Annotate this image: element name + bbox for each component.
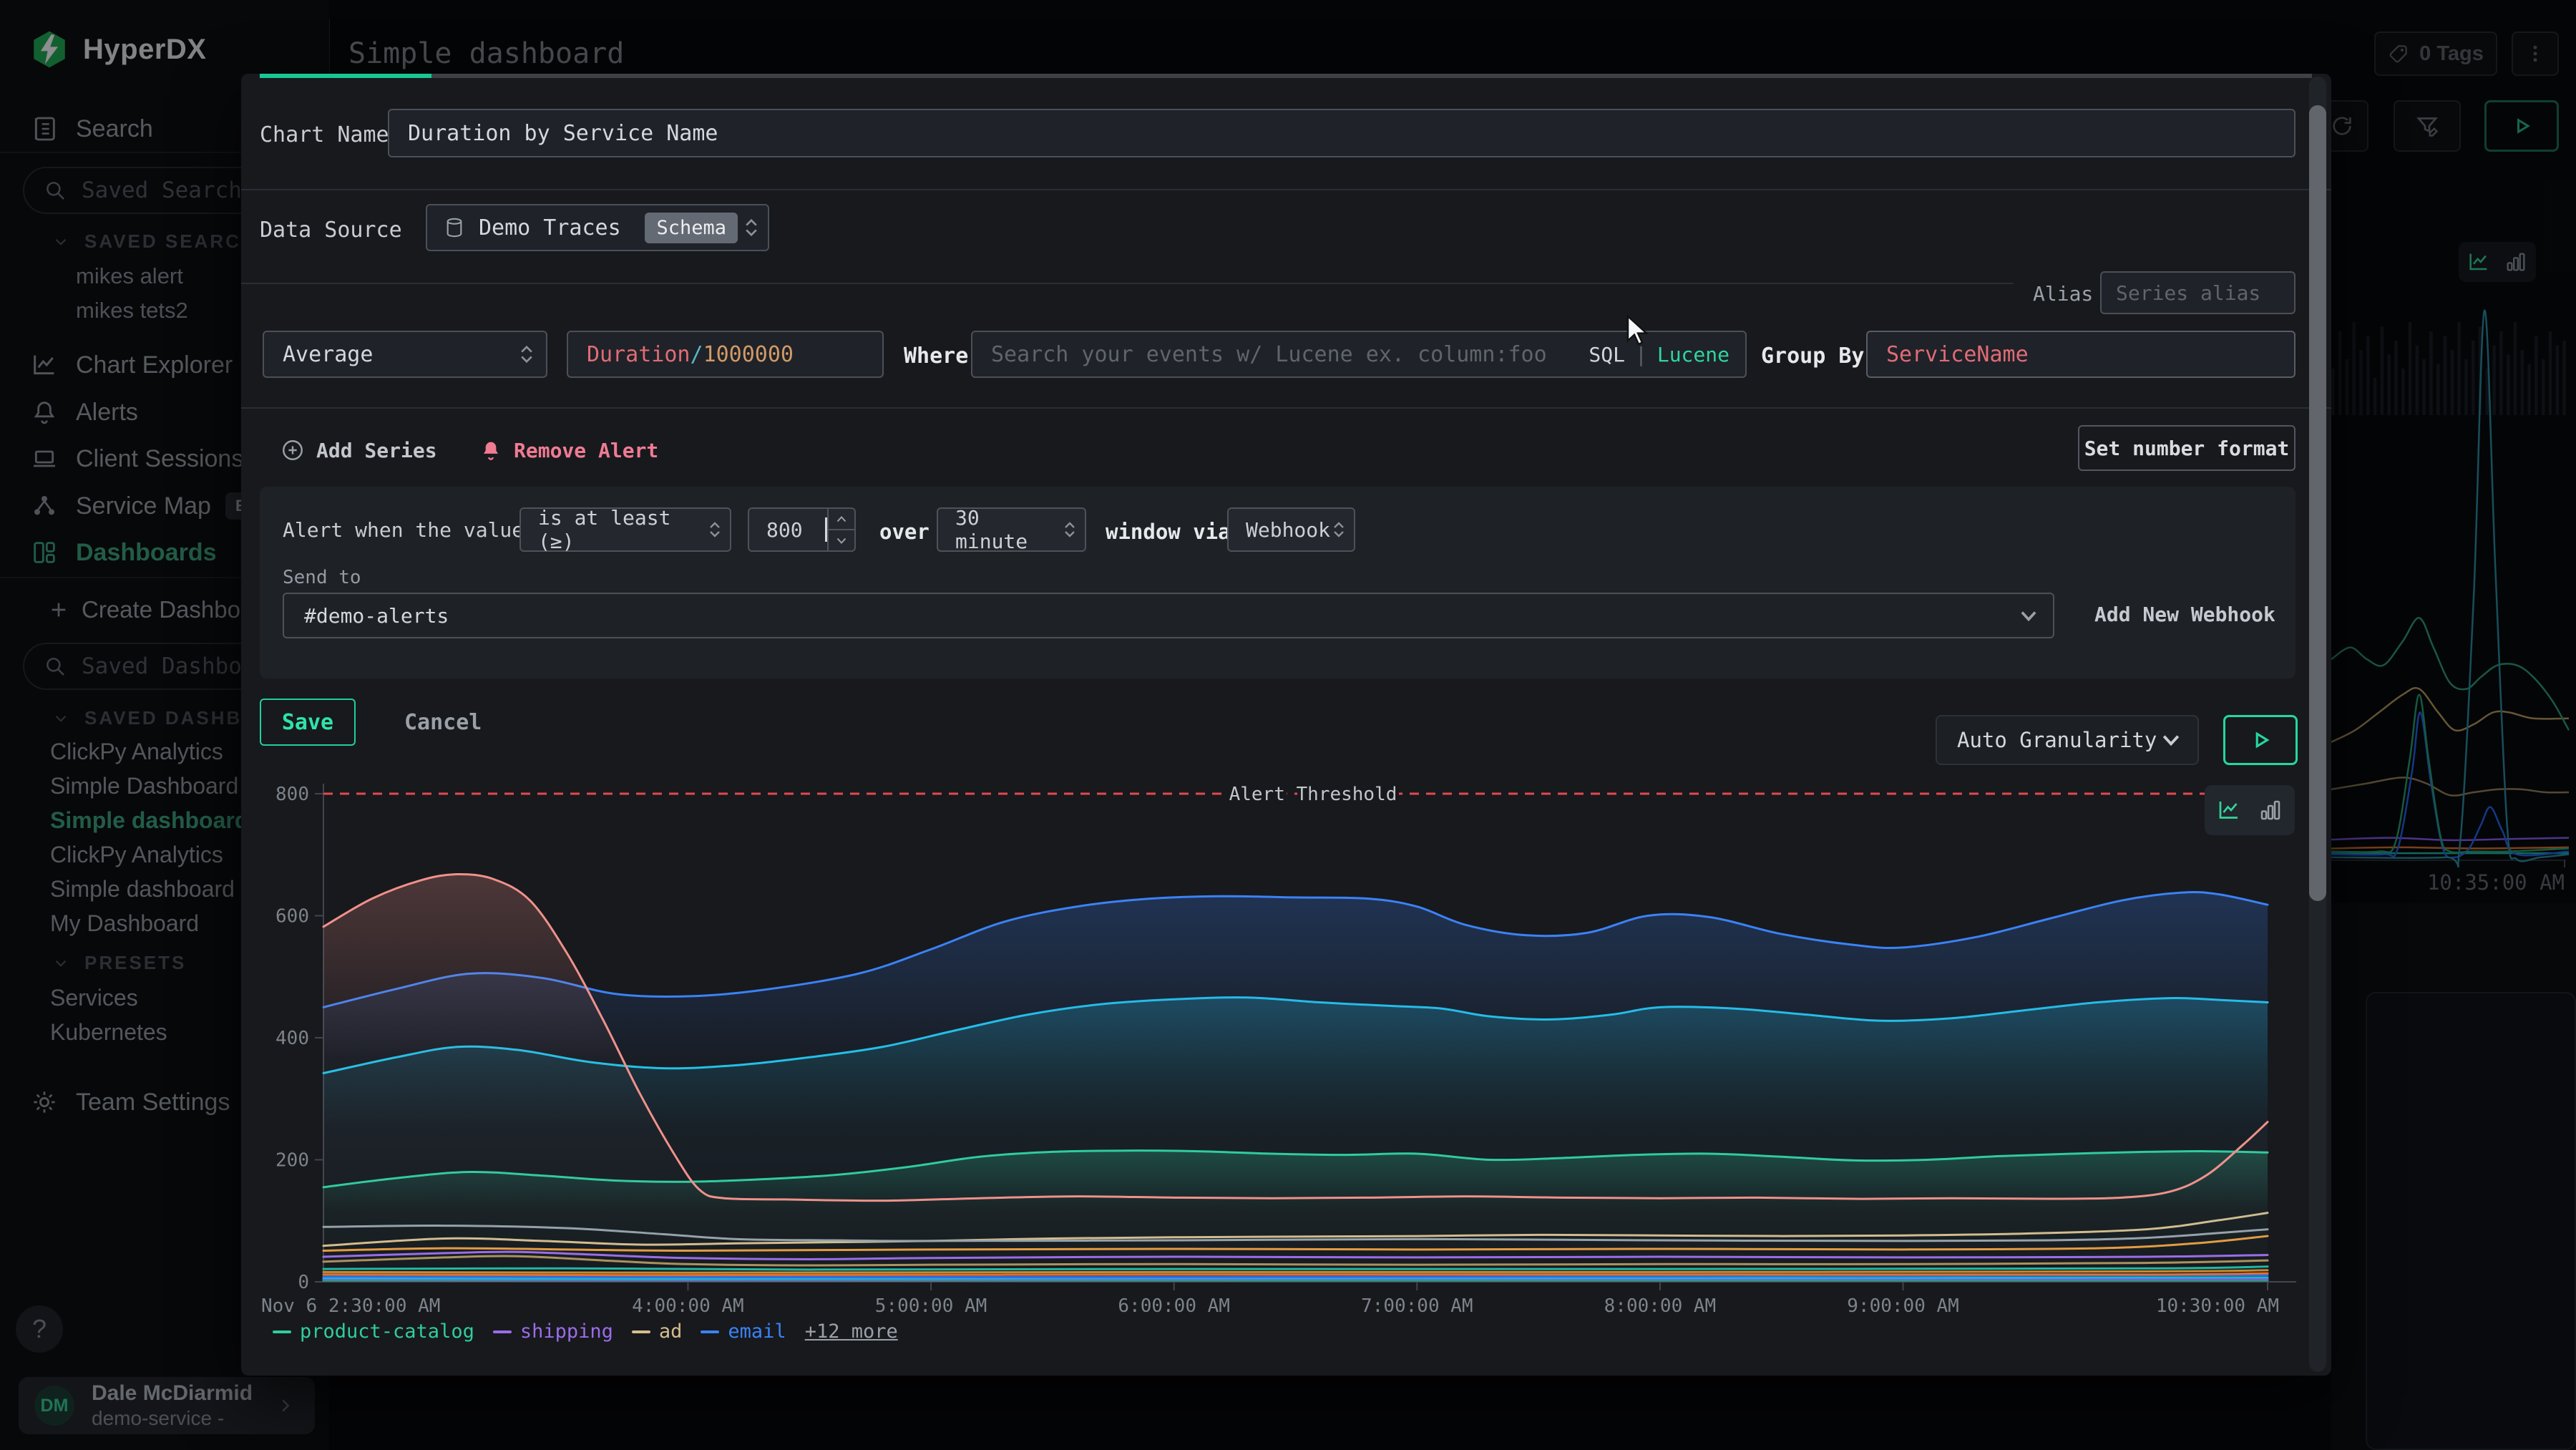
modal-divider [241,283,2014,284]
legend-swatch [273,1330,291,1333]
data-source-value: Demo Traces [479,215,645,240]
legend-more-link[interactable]: +12 more [805,1320,898,1343]
alert-threshold-input[interactable]: 800 [748,507,856,552]
data-source-label: Data Source [260,218,402,243]
modal-divider [241,189,2331,190]
chart-type-toggle[interactable] [2205,785,2295,835]
aggregation-select[interactable]: Average [263,331,547,378]
group-by-input[interactable]: ServiceName [1866,331,2296,378]
svg-text:Nov 6 2:30:00 AM: Nov 6 2:30:00 AM [261,1295,440,1317]
legend-swatch [632,1330,650,1333]
field-expression-input[interactable]: Duration/1000000 [567,331,884,378]
alert-over-label: over [879,520,930,544]
svg-text:9:00:00 AM: 9:00:00 AM [1847,1295,1959,1317]
modal-divider [241,407,2331,409]
alert-window-select[interactable]: 30 minute [937,507,1086,552]
select-updown-icon [708,517,721,542]
svg-text:7:00:00 AM: 7:00:00 AM [1361,1295,1473,1317]
add-new-webhook-link[interactable]: Add New Webhook [2094,603,2275,626]
alias-label: Alias [2033,282,2093,306]
chevron-down-icon [2020,610,2037,621]
save-button[interactable]: Save [260,699,356,746]
alert-via-label: window via [1106,520,1231,544]
field-divider: / [691,342,703,367]
granularity-select[interactable]: Auto Granularity [1936,715,2199,765]
svg-text:800: 800 [275,784,309,805]
svg-text:Alert Threshold: Alert Threshold [1229,784,1397,805]
svg-text:8:00:00 AM: 8:00:00 AM [1604,1295,1717,1317]
svg-text:10:30:00 AM: 10:30:00 AM [2156,1295,2279,1317]
legend-item[interactable]: ad [632,1320,683,1343]
field-denominator: 1000000 [703,342,794,367]
schema-badge: Schema [645,213,738,243]
chart-name-label: Chart Name [260,122,389,147]
edit-chart-modal: Chart Name Data Source Demo Traces Schem… [241,74,2331,1376]
alert-config-panel: Alert when the value is at least (≥) 800… [260,487,2296,678]
alias-input[interactable] [2100,271,2296,314]
field-numerator: Duration [587,342,691,367]
spinner-down-button[interactable] [829,529,854,550]
lang-lucene-toggle[interactable]: Lucene [1657,343,1729,366]
where-label: Where [904,344,968,369]
group-by-value: ServiceName [1886,342,2029,367]
app-root: HyperDX Search Saved Searches SAVED SEAR… [0,0,2576,1450]
chevron-down-icon [2162,734,2180,746]
plus-circle-icon [280,438,305,462]
select-updown-icon [1332,517,1345,542]
play-icon [2247,726,2274,754]
modal-progress-track [260,74,2312,78]
alert-prefix-label: Alert when the value [283,518,524,542]
modal-progress-bar [260,74,431,78]
add-series-button[interactable]: Add Series [280,427,437,473]
alert-condition-select[interactable]: is at least (≥) [519,507,731,552]
chart-legend: product-catalog shipping ad email +12 more [273,1320,898,1343]
remove-alert-button[interactable]: Remove Alert [479,427,658,473]
cancel-button[interactable]: Cancel [404,699,482,746]
set-number-format-button[interactable]: Set number format [2078,425,2296,471]
legend-item[interactable]: shipping [493,1320,613,1343]
legend-swatch [701,1330,719,1333]
database-icon [443,216,466,239]
svg-text:400: 400 [275,1028,309,1049]
svg-text:0: 0 [298,1272,309,1293]
line-chart-icon[interactable] [2216,797,2242,823]
where-input-field[interactable] [972,342,1589,367]
number-spinner[interactable] [827,509,854,550]
legend-label: email [728,1320,786,1343]
svg-text:6:00:00 AM: 6:00:00 AM [1118,1295,1230,1317]
mouse-cursor [1626,315,1655,348]
modal-scrollbar-thumb[interactable] [2309,105,2326,901]
legend-label: shipping [520,1320,613,1343]
webhook-select[interactable]: #demo-alerts [283,593,2054,638]
chart-name-input-field[interactable] [389,121,2294,146]
legend-item[interactable]: email [701,1320,786,1343]
legend-label: product-catalog [300,1320,474,1343]
svg-text:600: 600 [275,906,309,928]
bar-chart-icon[interactable] [2258,797,2283,823]
legend-item[interactable]: product-catalog [273,1320,474,1343]
chart-name-input[interactable] [388,109,2296,157]
group-by-label: Group By [1761,344,1865,369]
legend-swatch [493,1330,512,1333]
select-updown-icon [519,342,535,366]
select-updown-icon [743,215,759,240]
data-source-select[interactable]: Demo Traces Schema [426,204,769,251]
lang-sql-toggle[interactable]: SQL [1589,343,1625,366]
send-to-label: Send to [283,567,361,588]
bell-icon [479,439,502,462]
svg-text:5:00:00 AM: 5:00:00 AM [875,1295,987,1317]
select-updown-icon [1063,517,1076,542]
preview-run-button[interactable] [2223,715,2298,765]
legend-label: ad [659,1320,683,1343]
spinner-up-button[interactable] [829,509,854,529]
alert-channel-select[interactable]: Webhook [1227,507,1355,552]
svg-text:4:00:00 AM: 4:00:00 AM [632,1295,744,1317]
alias-input-field[interactable] [2102,281,2294,305]
svg-text:200: 200 [275,1150,309,1172]
duration-by-service-chart: 0 200 400 600 800 Nov 6 2:30:00 AM 4:00:00 AM 5… [247,761,2322,1333]
